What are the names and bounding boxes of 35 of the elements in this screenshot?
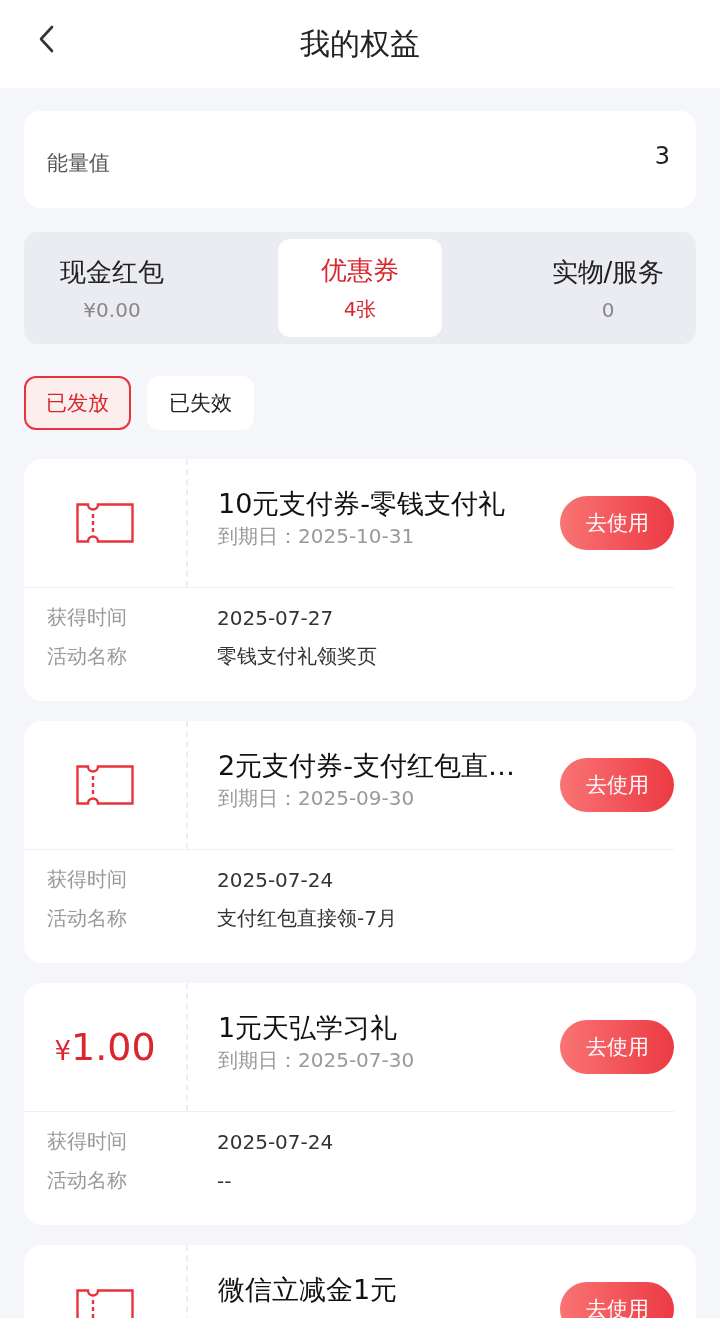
expiry-date: 到期日：2025-10-31 (218, 523, 416, 550)
category-tab[interactable]: 现金红包 ¥0.00 (24, 242, 200, 334)
energy-value: 3 (654, 141, 670, 170)
expiry-date: 到期日：2025-07-30 (218, 1047, 416, 1074)
info-label: 活动名称 (47, 1167, 128, 1194)
expiry-date: 到期日：2025-09-30 (218, 785, 416, 812)
ticket-icon (76, 503, 134, 543)
info-value: -- (217, 1168, 232, 1193)
back-icon[interactable] (38, 25, 54, 53)
energy-label: 能量值 (47, 149, 110, 177)
use-button[interactable]: 去使用 (560, 496, 674, 550)
page-title: 我的权益 (300, 24, 420, 63)
status-filter[interactable]: 已失效 (147, 376, 254, 430)
info-label: 活动名称 (47, 643, 128, 670)
coupon-title: 2元支付券-支付红包直… (218, 749, 516, 783)
info-value: 零钱支付礼领奖页 (217, 643, 377, 670)
category-tab[interactable]: 实物/服务 0 (520, 242, 696, 334)
coupon-amount: ¥1.00 (54, 1025, 156, 1069)
info-value: 支付红包直接领-7月 (217, 905, 397, 932)
use-button[interactable]: 去使用 (560, 758, 674, 812)
info-label: 获得时间 (47, 604, 128, 631)
info-value: 2025-07-24 (217, 1129, 334, 1154)
use-button[interactable]: 去使用 (560, 1020, 674, 1074)
ticket-icon (76, 765, 134, 805)
coupon-title: 1元天弘学习礼 (218, 1011, 399, 1045)
info-label: 获得时间 (47, 1128, 128, 1155)
info-label: 活动名称 (47, 905, 128, 932)
coupon-title: 10元支付券-零钱支付礼 (218, 487, 507, 521)
status-filter[interactable]: 已发放 (24, 376, 131, 430)
info-value: 2025-07-27 (217, 605, 334, 630)
ticket-icon (76, 1289, 134, 1318)
coupon-title: 微信立减金1元 (218, 1273, 399, 1307)
category-tab[interactable]: 优惠券 4张 (278, 239, 442, 337)
info-label: 获得时间 (47, 866, 128, 893)
info-value: 2025-07-24 (217, 867, 334, 892)
